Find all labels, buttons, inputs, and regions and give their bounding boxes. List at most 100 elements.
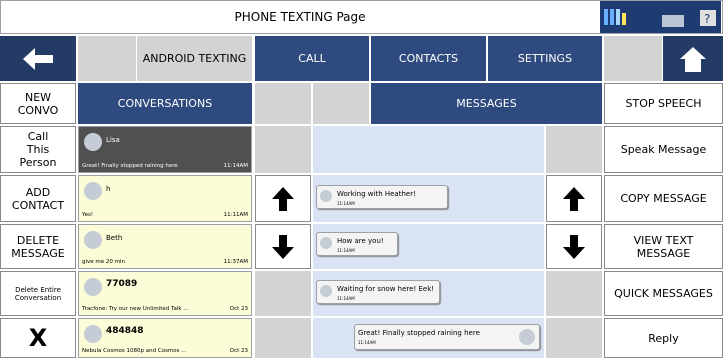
message-time: 11:14AM (358, 340, 376, 345)
conversation-name: 484848 (106, 326, 144, 336)
stop-speech-label: STOP SPEECH (625, 97, 702, 110)
avatar (320, 190, 332, 202)
message-bubble[interactable]: Working with Heather! 11:14AM (316, 185, 448, 209)
conversation-item[interactable]: h Yes! 11:11AM (78, 175, 252, 222)
message-text: How are you! (337, 237, 384, 245)
arrow-up-icon (563, 186, 585, 211)
add-contact-button[interactable]: ADD CONTACT (0, 175, 76, 222)
message-time: 11:14AM (337, 296, 355, 301)
message-time: 11:14AM (337, 248, 355, 253)
conversation-time: Oct 23 (229, 348, 248, 354)
message-text: Working with Heather! (337, 190, 416, 198)
arrow-left-icon (23, 47, 53, 70)
toolbar-blank-button[interactable] (78, 36, 136, 81)
speak-message-button[interactable]: Speak Message (604, 126, 723, 173)
delete-message-label: DELETE MESSAGE (11, 233, 65, 260)
home-icon (680, 46, 706, 72)
message-scroll-up-button[interactable] (546, 175, 602, 222)
message-time: 11:14AM (337, 201, 355, 206)
conversation-scroll-down-button[interactable] (255, 224, 311, 269)
message-scroll-blank-1[interactable] (546, 271, 602, 316)
android-texting-label: ANDROID TEXTING (142, 52, 247, 65)
message-bubble[interactable]: How are you! 11:14AM (316, 232, 398, 256)
conversation-preview: Tracfone: Try our new Unlimited Talk ... (82, 306, 189, 312)
quick-messages-button[interactable]: QUICK MESSAGES (604, 271, 723, 316)
conversation-scroll-blank-top[interactable] (255, 126, 311, 173)
status-area: ? (600, 1, 721, 33)
svg-text:?: ? (704, 12, 710, 26)
messages-header-label: MESSAGES (456, 97, 517, 110)
arrow-down-icon (272, 234, 294, 259)
conversation-time: 11:37AM (223, 259, 248, 265)
conversation-item[interactable]: 484848 Nebula Cosmos 1080p and Cosmos ..… (78, 318, 252, 358)
settings-label: SETTINGS (517, 52, 573, 65)
conversation-name: Lisa (106, 136, 120, 144)
toolbar-blank-button-2[interactable] (604, 36, 662, 81)
avatar (84, 182, 102, 200)
stop-speech-button[interactable]: STOP SPEECH (604, 83, 723, 124)
android-texting-button[interactable]: ANDROID TEXTING (137, 36, 252, 81)
reply-label: Reply (648, 331, 679, 345)
conversation-time: Oct 23 (229, 306, 248, 312)
message-row[interactable]: Waiting for snow here! Eek! 11:14AM (313, 271, 544, 316)
back-button[interactable] (0, 36, 76, 81)
conversation-name: h (106, 185, 111, 193)
messages-header: MESSAGES (371, 83, 602, 124)
message-scroll-blank-top[interactable] (546, 126, 602, 173)
message-scroll-down-button[interactable] (546, 224, 602, 269)
conversation-item[interactable]: Lisa Great! Finally stopped raining here… (78, 126, 252, 173)
reply-button[interactable]: Reply (604, 318, 723, 358)
new-convo-button[interactable]: NEW CONVO (0, 83, 76, 124)
copy-message-label: COPY MESSAGE (620, 192, 707, 205)
message-row[interactable]: Working with Heather! 11:14AM (313, 175, 544, 222)
close-button[interactable]: X (0, 318, 76, 358)
message-scroll-blank-2[interactable] (546, 318, 602, 358)
conversation-preview: Nebula Cosmos 1080p and Cosmos ... (82, 348, 187, 354)
avatar (84, 231, 102, 249)
message-text: Great! Finally stopped raining here (358, 329, 480, 337)
view-text-message-label: VIEW TEXT MESSAGE (633, 233, 694, 260)
delete-message-button[interactable]: DELETE MESSAGE (0, 224, 76, 269)
home-button[interactable] (663, 36, 723, 81)
conversation-scroll-blank-2[interactable] (255, 318, 311, 358)
conversation-name: 77089 (106, 279, 138, 289)
conversation-time: 11:11AM (223, 212, 248, 218)
avatar (320, 285, 332, 297)
conversation-item[interactable]: Beth give me 20 min 11:37AM (78, 224, 252, 269)
avatar (84, 133, 102, 151)
arrow-down-icon (563, 234, 585, 259)
header-blank-1[interactable] (255, 83, 311, 124)
message-row[interactable] (313, 126, 544, 173)
quick-messages-label: QUICK MESSAGES (614, 287, 713, 300)
view-text-message-button[interactable]: VIEW TEXT MESSAGE (604, 224, 723, 269)
call-button[interactable]: CALL (255, 36, 369, 81)
conversation-item[interactable]: 77089 Tracfone: Try our new Unlimited Ta… (78, 271, 252, 316)
header-blank-2[interactable] (313, 83, 369, 124)
message-row[interactable]: How are you! 11:14AM (313, 224, 544, 269)
conversation-name: Beth (106, 234, 123, 242)
conversation-preview: Yes! (82, 212, 94, 218)
conversation-time: 11:14AM (223, 163, 248, 169)
avatar (519, 329, 535, 345)
close-icon: X (28, 324, 48, 352)
copy-message-button[interactable]: COPY MESSAGE (604, 175, 723, 222)
message-bubble[interactable]: Waiting for snow here! Eek! 11:14AM (316, 280, 440, 304)
call-this-person-button[interactable]: Call This Person (0, 126, 76, 173)
message-row[interactable]: Great! Finally stopped raining here 11:1… (313, 318, 544, 358)
settings-button[interactable]: SETTINGS (488, 36, 602, 81)
delete-conversation-button[interactable]: Delete Entire Conversation (0, 271, 76, 316)
message-bubble[interactable]: Great! Finally stopped raining here 11:1… (354, 324, 540, 350)
conversation-scroll-blank-1[interactable] (255, 271, 311, 316)
new-convo-label: NEW CONVO (17, 90, 59, 117)
conversations-header-label: CONVERSATIONS (117, 97, 213, 110)
page-title: PHONE TEXTING Page (234, 10, 366, 24)
status-icons: ? (604, 9, 716, 27)
conversation-preview: give me 20 min (82, 259, 126, 265)
speak-message-label: Speak Message (620, 143, 707, 156)
avatar (84, 325, 102, 343)
conversation-scroll-up-button[interactable] (255, 175, 311, 222)
add-contact-label: ADD CONTACT (11, 185, 65, 212)
avatar (320, 237, 332, 249)
arrow-up-icon (272, 186, 294, 211)
contacts-button[interactable]: CONTACTS (371, 36, 486, 81)
